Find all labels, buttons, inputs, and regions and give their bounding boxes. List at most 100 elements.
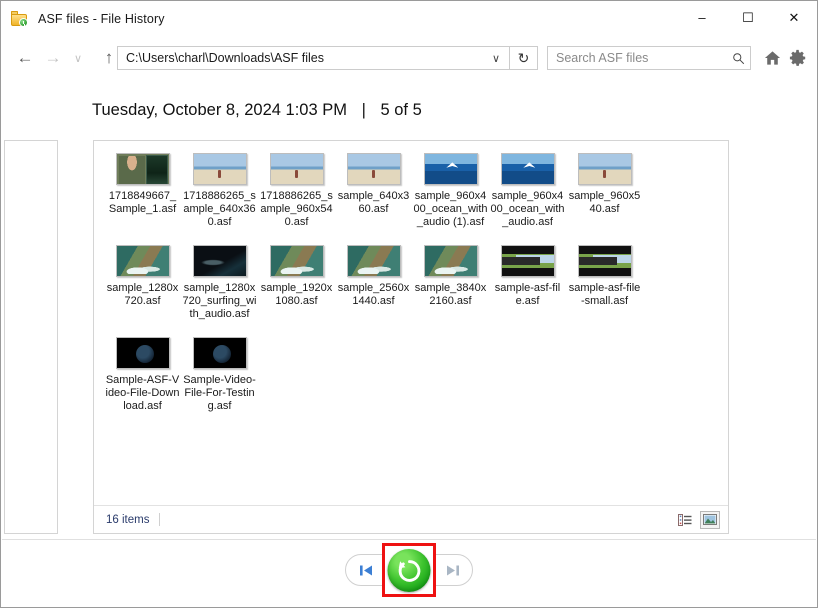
file-item[interactable]: Sample-Video-File-For-Testing.asf [182, 337, 257, 413]
file-name-label: sample-asf-file-small.asf [568, 282, 641, 307]
file-name-label: sample_960x540.asf [568, 190, 641, 215]
file-thumbnail [577, 245, 632, 277]
maximize-icon: ☐ [742, 9, 754, 25]
view-mode-buttons [675, 510, 720, 529]
file-name-label: Sample-ASF-Video-File-Download.asf [105, 374, 180, 412]
thumbnails-view-icon [703, 514, 717, 525]
title-bar: ASF files - File History – ☐ ✕ [1, 1, 817, 37]
refresh-button[interactable]: ↻ [510, 46, 538, 70]
search-icon [726, 52, 750, 65]
file-item[interactable]: 1718886265_sample_960x540.asf [259, 153, 334, 229]
close-icon: ✕ [788, 9, 800, 25]
bottom-navigation-bar [2, 539, 816, 606]
search-input[interactable]: Search ASF files [548, 51, 726, 65]
up-arrow-icon: ↑ [104, 48, 114, 67]
next-version-button[interactable] [432, 555, 472, 585]
file-item[interactable]: 1718886265_sample_640x360.asf [182, 153, 257, 229]
back-button[interactable]: ← [11, 44, 39, 72]
folder-history-icon [11, 11, 29, 27]
file-name-label: 1718849667_Sample_1.asf [108, 190, 177, 215]
file-thumbnail [346, 153, 401, 185]
details-view-button[interactable] [675, 511, 695, 529]
back-arrow-icon: ← [16, 48, 34, 67]
file-list-panel: 1718849667_Sample_1.asf 1718886265_sample… [93, 140, 729, 534]
file-grid: 1718849667_Sample_1.asf 1718886265_sample… [94, 147, 728, 423]
file-name-label: 1718886265_sample_960x540.asf [260, 190, 333, 228]
file-thumbnail [423, 153, 478, 185]
file-name-label: Sample-Video-File-For-Testing.asf [183, 374, 256, 412]
file-item[interactable]: sample_2560x1440.asf [336, 245, 411, 321]
file-name-label: 1718886265_sample_640x360.asf [183, 190, 256, 228]
file-name-label: sample_1280x720_surfing_with_audio.asf [182, 282, 257, 320]
file-thumbnail [115, 153, 170, 185]
file-name-label: sample-asf-file.asf [494, 282, 561, 307]
file-history-window: ASF files - File History – ☐ ✕ ← → ∨ ↑ C… [0, 0, 818, 608]
file-name-label: sample_2560x1440.asf [337, 282, 410, 307]
maximize-button[interactable]: ☐ [725, 1, 771, 33]
close-button[interactable]: ✕ [771, 1, 817, 33]
minimize-button[interactable]: – [679, 1, 725, 33]
file-thumbnail [500, 245, 555, 277]
file-thumbnail [423, 245, 478, 277]
file-item[interactable]: sample_1280x720.asf [105, 245, 180, 321]
file-name-label: sample_1280x720.asf [106, 282, 179, 307]
previous-version-panel [4, 140, 58, 534]
details-view-icon [678, 513, 692, 526]
forward-arrow-icon: → [44, 48, 62, 67]
file-name-label: sample_960x400_ocean_with_audio.asf [490, 190, 565, 228]
window-controls: – ☐ ✕ [679, 1, 817, 33]
status-bar: 16 items [94, 505, 728, 533]
file-item[interactable]: sample-asf-file-small.asf [567, 245, 642, 321]
file-thumbnail [269, 153, 324, 185]
header-separator: | [361, 101, 366, 119]
status-divider [159, 513, 161, 526]
search-box[interactable]: Search ASF files [547, 46, 751, 70]
file-name-label: sample_640x360.asf [337, 190, 410, 215]
previous-version-icon [359, 565, 372, 575]
file-item[interactable]: sample_1280x720_surfing_with_audio.asf [182, 245, 257, 321]
file-item[interactable]: 1718849667_Sample_1.asf [105, 153, 180, 229]
home-icon [764, 51, 780, 65]
thumbnails-view-button[interactable] [700, 510, 720, 529]
file-item[interactable]: sample-asf-file.asf [490, 245, 565, 321]
restore-button[interactable] [387, 549, 431, 592]
gear-icon [789, 49, 806, 66]
file-name-label: sample_3840x2160.asf [414, 282, 487, 307]
settings-button[interactable] [785, 45, 811, 71]
next-version-icon [446, 565, 459, 575]
restore-icon [398, 559, 420, 582]
file-thumbnail [577, 153, 632, 185]
chevron-down-icon: ∨ [73, 52, 83, 65]
file-item[interactable]: Sample-ASF-Video-File-Download.asf [105, 337, 180, 413]
backup-position-text: 5 of 5 [380, 101, 422, 119]
minimize-icon: – [698, 9, 706, 25]
file-thumbnail [192, 245, 247, 277]
file-item[interactable]: sample_3840x2160.asf [413, 245, 488, 321]
chevron-down-icon: ∨ [491, 52, 501, 65]
file-item[interactable]: sample_960x540.asf [567, 153, 642, 229]
file-thumbnail [115, 337, 170, 369]
file-thumbnail [346, 245, 401, 277]
address-path-text: C:\Users\charl\Downloads\ASF files [126, 51, 324, 65]
file-thumbnail [500, 153, 555, 185]
backup-datetime-text: Tuesday, October 8, 2024 1:03 PM [92, 101, 347, 119]
home-button[interactable] [759, 45, 785, 71]
refresh-icon: ↻ [517, 49, 530, 66]
file-thumbnail [115, 245, 170, 277]
window-title: ASF files - File History [38, 12, 165, 26]
file-item[interactable]: sample_960x400_ocean_with_audio.asf [490, 153, 565, 229]
file-thumbnail [192, 337, 247, 369]
previous-version-button[interactable] [346, 555, 386, 585]
file-thumbnail [192, 153, 247, 185]
address-dropdown-button[interactable]: ∨ [483, 47, 509, 69]
item-count-label: 16 items [106, 513, 150, 526]
file-item[interactable]: sample_960x400_ocean_with_audio (1).asf [413, 153, 488, 229]
recent-locations-button[interactable]: ∨ [67, 44, 89, 72]
file-item[interactable]: sample_640x360.asf [336, 153, 411, 229]
address-bar[interactable]: C:\Users\charl\Downloads\ASF files ∨ [117, 46, 510, 70]
file-item[interactable]: sample_1920x1080.asf [259, 245, 334, 321]
backup-datetime-header: Tuesday, October 8, 2024 1:03 PM | 5 of … [92, 101, 422, 120]
file-name-label: sample_960x400_ocean_with_audio (1).asf [413, 190, 488, 228]
file-thumbnail [269, 245, 324, 277]
forward-button[interactable]: → [39, 44, 67, 72]
